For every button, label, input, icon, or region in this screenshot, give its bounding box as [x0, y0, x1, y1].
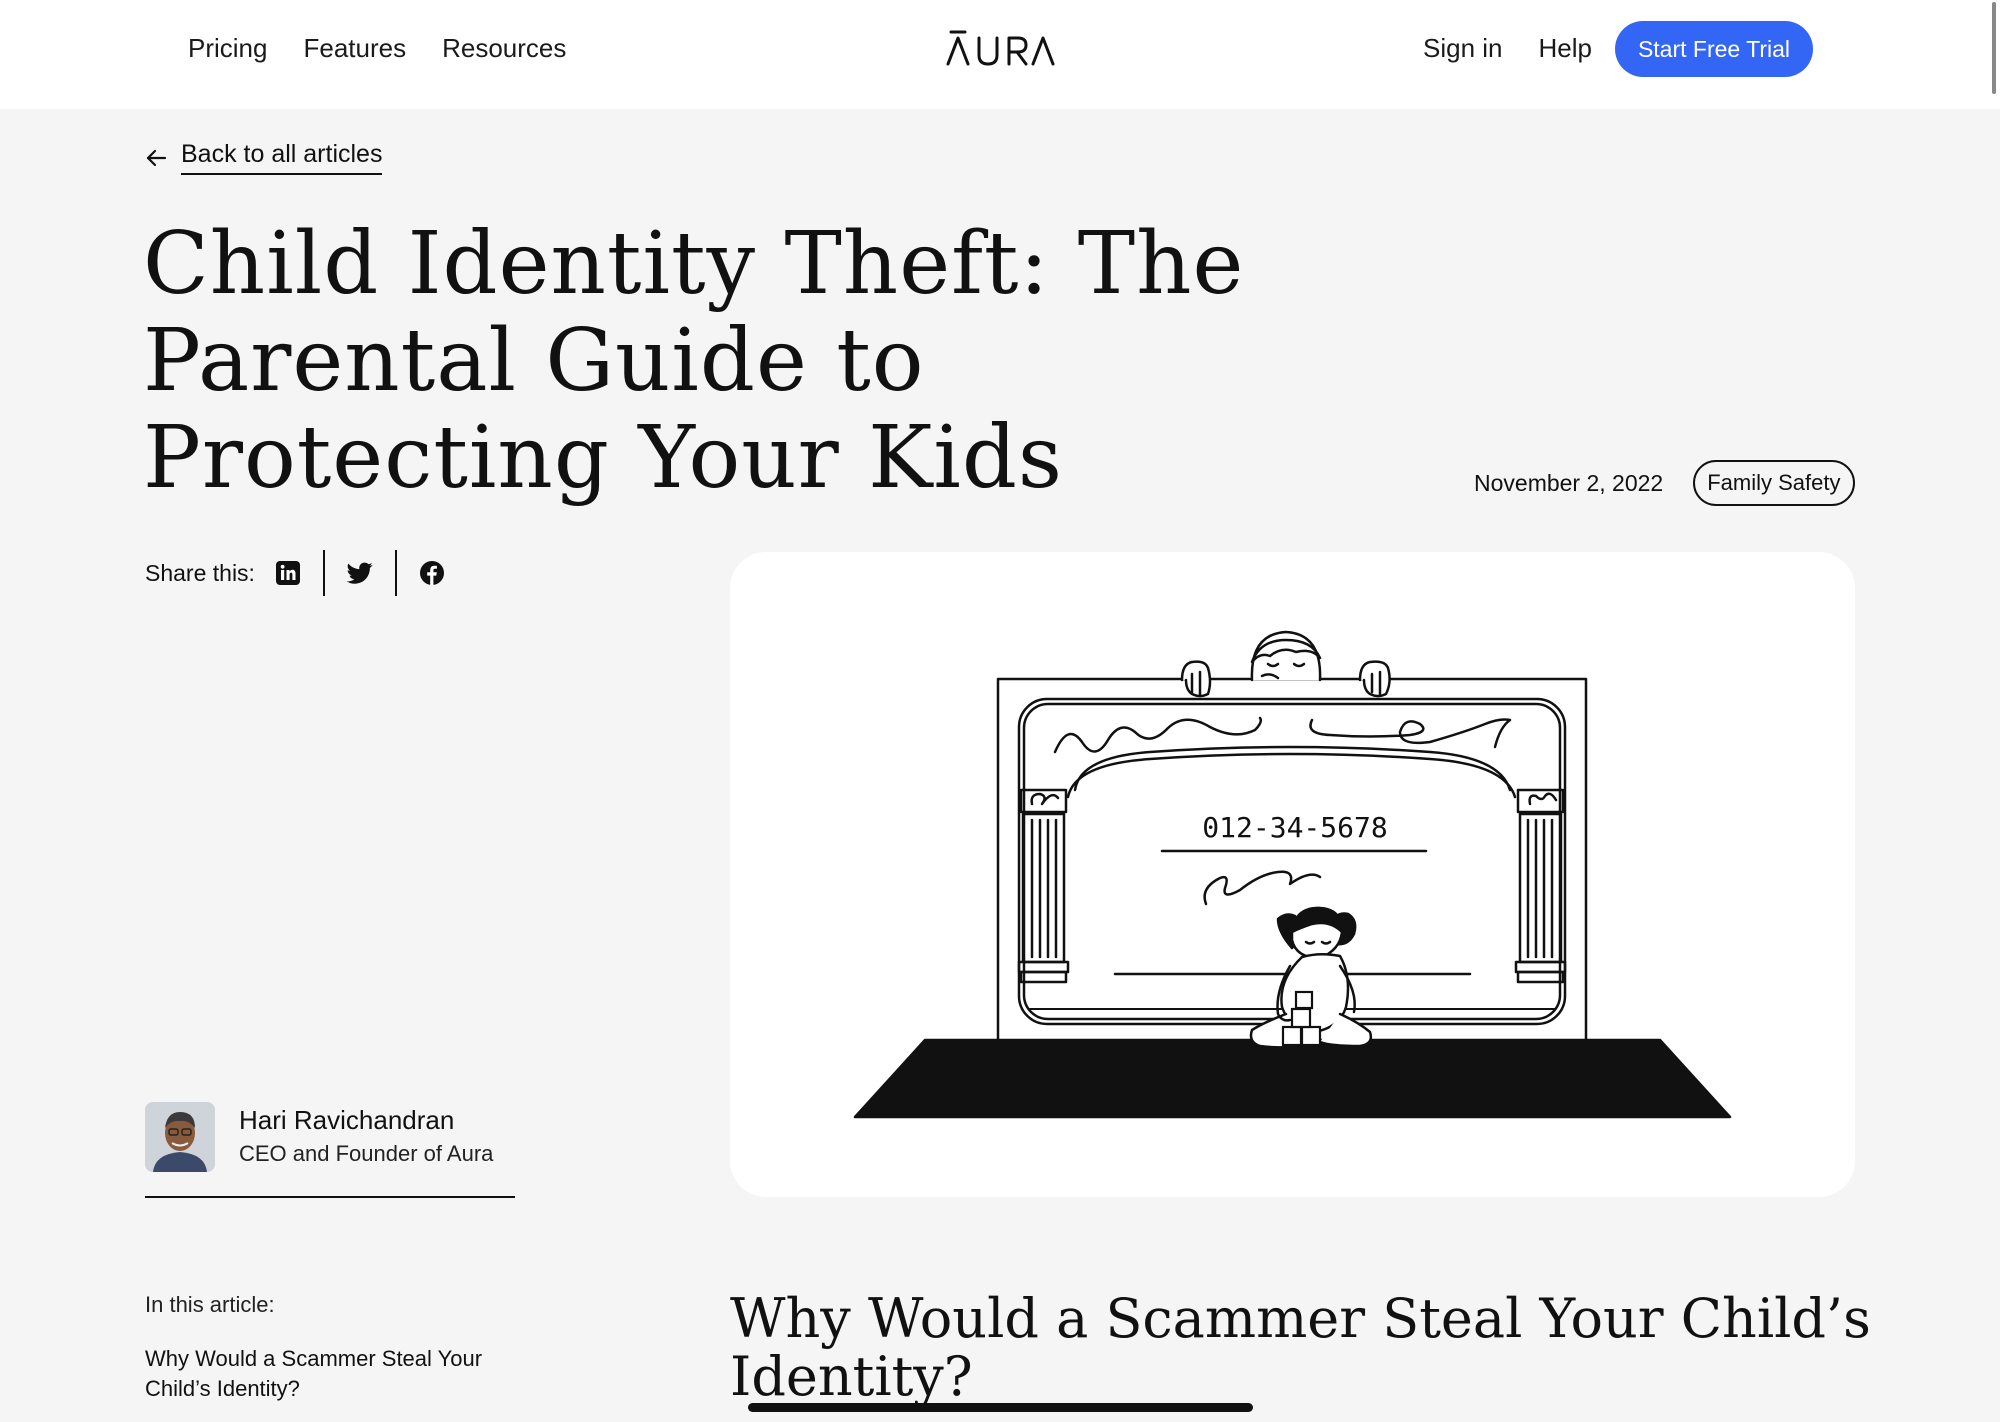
nav-resources[interactable]: Resources: [442, 30, 566, 66]
toc-item[interactable]: Why Would a Scammer Steal Your Child’s I…: [145, 1344, 525, 1404]
scrollbar-thumb[interactable]: [1992, 2, 1996, 94]
aura-logo[interactable]: [945, 24, 1055, 70]
nav-pricing[interactable]: Pricing: [188, 30, 267, 66]
account-nav: Sign in Help: [1423, 30, 1592, 66]
facebook-icon[interactable]: [419, 560, 445, 586]
twitter-icon[interactable]: [346, 560, 373, 586]
arrow-left-icon: [145, 147, 167, 169]
share-divider: [394, 550, 397, 596]
sign-in-link[interactable]: Sign in: [1423, 30, 1503, 66]
linkedin-icon[interactable]: [275, 560, 301, 586]
site-header: Pricing Features Resources Sign in Help …: [0, 0, 2000, 109]
author-avatar[interactable]: [145, 1102, 215, 1172]
home-indicator-bar: [748, 1403, 1253, 1412]
share-label: Share this:: [145, 559, 255, 586]
nav-features[interactable]: Features: [303, 30, 406, 66]
help-link[interactable]: Help: [1539, 30, 1592, 66]
child-identity-illustration: 012-34-5678: [853, 630, 1732, 1119]
author-role: CEO and Founder of Aura: [239, 1141, 494, 1166]
toc-label: In this article:: [145, 1292, 275, 1317]
hero-illustration: 012-34-5678: [730, 552, 1855, 1197]
start-free-trial-button[interactable]: Start Free Trial: [1615, 21, 1813, 77]
primary-nav: Pricing Features Resources: [188, 30, 566, 66]
author-divider: [145, 1196, 515, 1198]
category-tag[interactable]: Family Safety: [1693, 460, 1855, 506]
card-number-text: 012-34-5678: [1202, 811, 1387, 844]
share-divider: [322, 550, 325, 596]
share-bar: Share this:: [145, 550, 445, 596]
article-title: Child Identity Theft: The Parental Guide…: [143, 214, 1245, 508]
back-to-articles-link[interactable]: Back to all articles: [145, 140, 383, 175]
section-heading: Why Would a Scammer Steal Your Child’s I…: [730, 1287, 1871, 1408]
back-link-label: Back to all articles: [181, 140, 383, 175]
author-name[interactable]: Hari Ravichandran: [239, 1105, 454, 1136]
publish-date: November 2, 2022: [1474, 469, 1664, 496]
article-meta: November 2, 2022 Family Safety: [1474, 460, 1855, 506]
